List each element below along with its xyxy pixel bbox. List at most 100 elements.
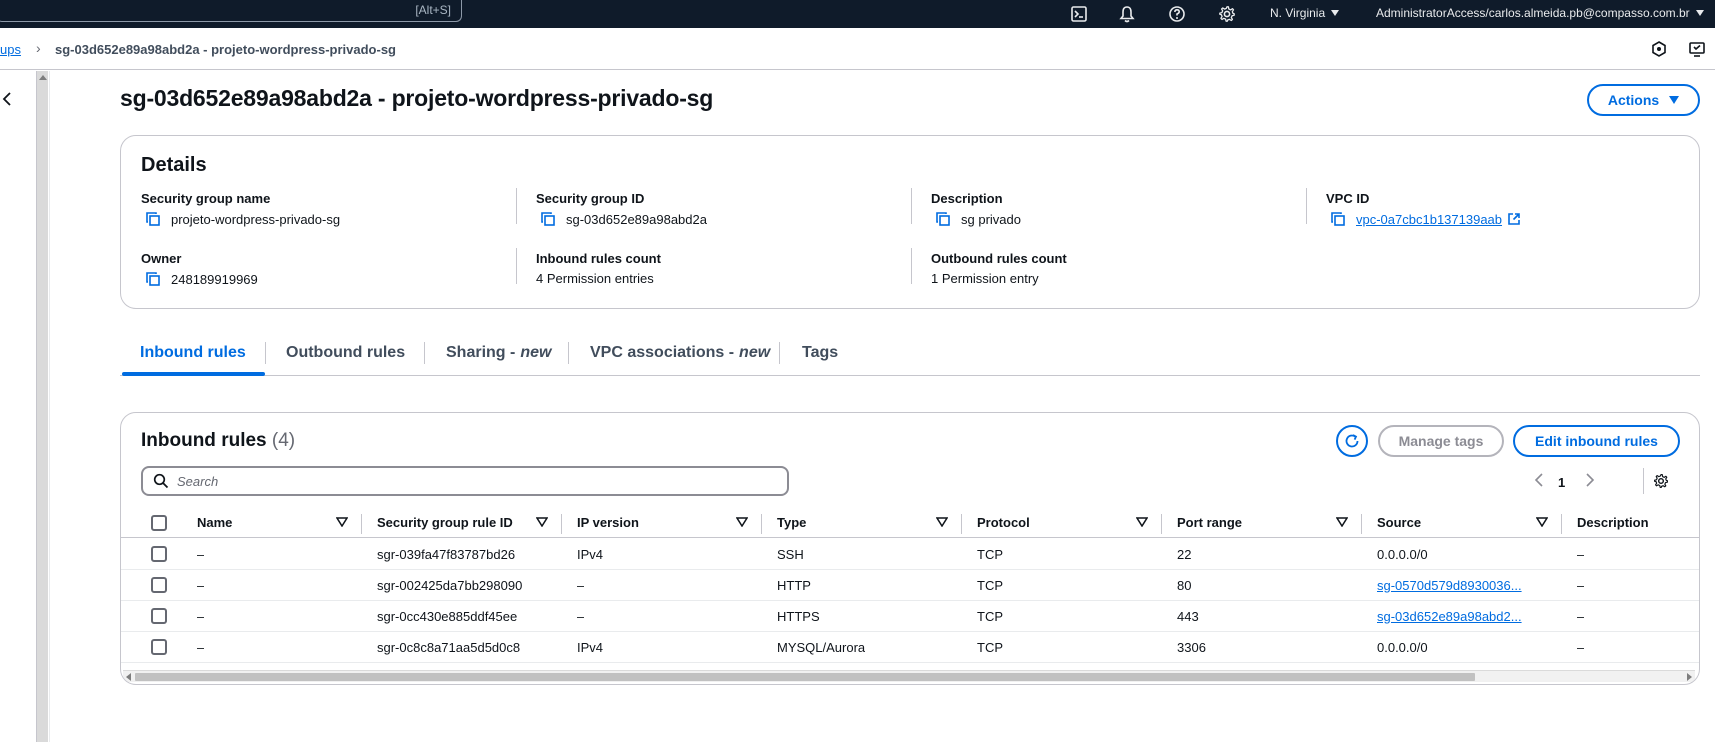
previous-page-icon[interactable] [1534, 473, 1544, 487]
cell-name: – [197, 640, 205, 655]
bell-icon[interactable] [1118, 5, 1136, 23]
table-row[interactable]: – sgr-0cc430e885ddf45ee – HTTPS TCP 443 … [121, 601, 1699, 632]
column-resizer[interactable] [1361, 514, 1362, 534]
column-header-ip-version[interactable]: IP version [577, 515, 639, 530]
field-value: 1 Permission entry [931, 271, 1039, 286]
scroll-up-arrow-icon[interactable] [39, 75, 47, 80]
info-panel-icon[interactable] [1650, 40, 1668, 58]
scroll-right-arrow-icon[interactable] [1687, 673, 1692, 681]
column-header-type[interactable]: Type [777, 515, 806, 530]
field-description: Description sg privado [931, 191, 1021, 227]
field-inbound-rules-count: Inbound rules count 4 Permission entries [536, 251, 661, 286]
source-security-group-link[interactable]: sg-03d652e89a98abd2... [1377, 609, 1522, 624]
tab-sharing[interactable]: Sharing - new [446, 330, 551, 376]
global-search-bar[interactable]: [Alt+S] [0, 0, 462, 22]
feedback-screen-icon[interactable] [1688, 40, 1706, 58]
tab-tags[interactable]: Tags [802, 330, 838, 376]
field-security-group-id: Security group ID sg-03d652e89a98abd2a [536, 191, 707, 227]
cell-protocol: TCP [977, 609, 1003, 624]
table-row[interactable]: – sgr-0c8c8a71aa5d5d0c8 IPv4 MYSQL/Auror… [121, 632, 1699, 663]
preferences-gear-icon[interactable] [1653, 473, 1669, 489]
column-resizer[interactable] [361, 514, 362, 534]
cell-description: – [1577, 547, 1585, 562]
edit-inbound-rules-button[interactable]: Edit inbound rules [1513, 425, 1680, 457]
column-header-source[interactable]: Source [1377, 515, 1421, 530]
divider [911, 188, 912, 224]
row-checkbox[interactable] [151, 546, 167, 562]
column-resizer[interactable] [1161, 514, 1162, 534]
vpc-id-link[interactable]: vpc-0a7cbc1b137139aab [1356, 212, 1502, 227]
tab-label: Sharing - [446, 344, 516, 361]
copy-icon[interactable] [145, 211, 161, 227]
tab-outbound-rules[interactable]: Outbound rules [286, 330, 405, 376]
sort-icon[interactable] [536, 517, 548, 527]
table-row[interactable]: – sgr-039fa47f83787bd26 IPv4 SSH TCP 22 … [121, 539, 1699, 570]
region-selector[interactable]: N. Virginia [1270, 6, 1340, 20]
search-shortcut-hint: [Alt+S] [415, 3, 451, 17]
copy-icon[interactable] [935, 211, 951, 227]
cell-description: – [1577, 640, 1585, 655]
sort-icon[interactable] [336, 517, 348, 527]
cell-port-range: 443 [1177, 609, 1199, 624]
sort-icon[interactable] [1136, 517, 1148, 527]
actions-button-label: Actions [1607, 92, 1660, 108]
divider [516, 188, 517, 224]
select-all-checkbox[interactable] [151, 515, 167, 531]
column-resizer[interactable] [1561, 514, 1562, 534]
column-resizer[interactable] [761, 514, 762, 534]
vertical-scrollbar[interactable] [36, 71, 48, 742]
refresh-button[interactable] [1336, 425, 1368, 457]
chevron-left-icon[interactable] [2, 92, 12, 106]
column-resizer[interactable] [961, 514, 962, 534]
sort-icon[interactable] [736, 517, 748, 527]
tab-label: VPC associations - [590, 344, 735, 361]
manage-tags-button[interactable]: Manage tags [1378, 425, 1504, 457]
next-page-icon[interactable] [1585, 473, 1595, 487]
tab-divider [265, 342, 266, 364]
column-header-port-range[interactable]: Port range [1177, 515, 1242, 530]
refresh-icon [1345, 434, 1359, 448]
field-value: projeto-wordpress-privado-sg [171, 211, 341, 227]
region-label: N. Virginia [1270, 6, 1326, 20]
breadcrumb-current: sg-03d652e89a98abd2a - projeto-wordpress… [55, 42, 397, 57]
column-header-protocol[interactable]: Protocol [977, 515, 1030, 530]
column-resizer[interactable] [561, 514, 562, 534]
tab-inbound-rules[interactable]: Inbound rules [140, 330, 246, 376]
row-checkbox[interactable] [151, 639, 167, 655]
breadcrumb-security-groups-link[interactable]: ups [0, 42, 21, 57]
breadcrumb-separator-icon: › [36, 40, 41, 56]
scroll-left-arrow-icon[interactable] [126, 673, 131, 681]
scrollbar-thumb[interactable] [135, 673, 1475, 681]
chevron-down-icon [1331, 10, 1340, 16]
cloudshell-icon[interactable] [1070, 5, 1088, 23]
copy-icon[interactable] [145, 271, 161, 287]
tab-vpc-associations[interactable]: VPC associations - new [590, 330, 770, 376]
table-row[interactable]: – sgr-002425da7bb298090 – HTTP TCP 80 sg… [121, 570, 1699, 601]
row-checkbox[interactable] [151, 608, 167, 624]
sort-icon[interactable] [1336, 517, 1348, 527]
column-header-description[interactable]: Description [1577, 515, 1649, 530]
row-checkbox[interactable] [151, 577, 167, 593]
field-label: Owner [141, 251, 182, 266]
column-header-rule-id[interactable]: Security group rule ID [377, 515, 513, 530]
copy-icon[interactable] [540, 211, 556, 227]
copy-icon[interactable] [1330, 211, 1346, 227]
source-security-group-link[interactable]: sg-0570d579d8930036... [1377, 578, 1522, 593]
actions-button[interactable]: Actions [1587, 84, 1700, 116]
tab-list: Inbound rules Outbound rules Sharing - ne… [120, 330, 1700, 376]
cell-type: HTTP [777, 578, 811, 593]
rules-search-field[interactable] [141, 466, 789, 496]
cell-type: MYSQL/Aurora [777, 640, 866, 655]
help-icon[interactable] [1168, 5, 1186, 23]
gear-icon[interactable] [1218, 5, 1236, 23]
horizontal-scrollbar[interactable] [123, 670, 1695, 682]
field-value: 248189919969 [171, 271, 258, 287]
column-header-name[interactable]: Name [197, 515, 232, 530]
cell-rule-id: sgr-039fa47f83787bd26 [377, 547, 516, 562]
sort-icon[interactable] [936, 517, 948, 527]
account-menu[interactable]: AdministratorAccess/carlos.almeida.pb@co… [1376, 6, 1704, 20]
search-input[interactable] [177, 473, 757, 489]
sort-icon[interactable] [1536, 517, 1548, 527]
page-number[interactable]: 1 [1558, 475, 1565, 490]
table-header: Name Security group rule ID IP version T… [121, 508, 1699, 538]
